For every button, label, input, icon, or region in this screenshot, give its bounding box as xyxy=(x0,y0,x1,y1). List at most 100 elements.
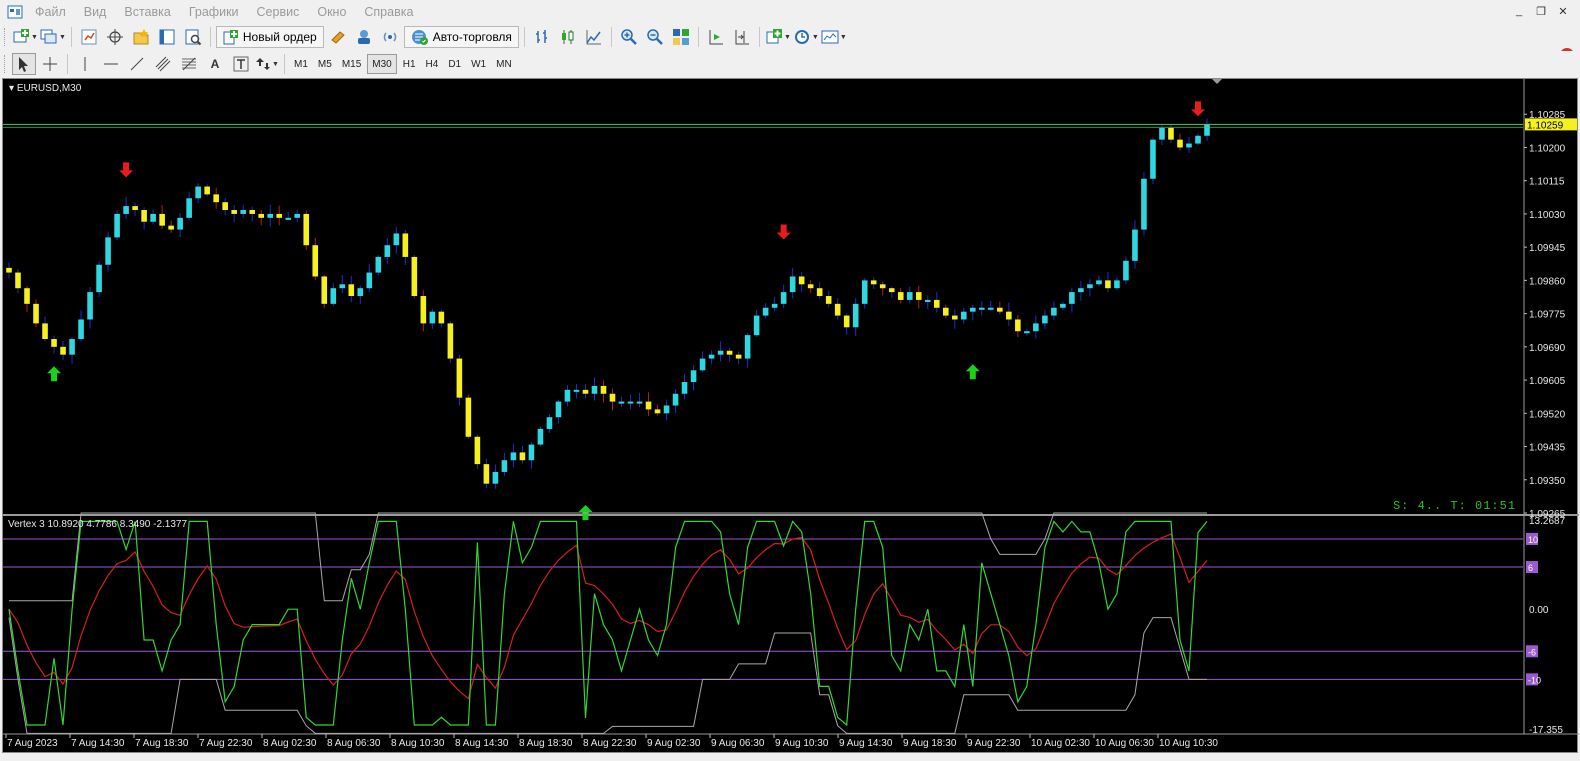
candlestick-button[interactable] xyxy=(556,26,580,48)
menu-charts[interactable]: Графики xyxy=(180,0,248,24)
candle-body xyxy=(645,401,652,410)
timeframe-h1[interactable]: H1 xyxy=(399,54,420,74)
vertex-line xyxy=(8,520,1208,727)
new-order-button[interactable]: Новый ордер xyxy=(215,26,324,48)
candle-body xyxy=(654,409,661,414)
new-chart-icon xyxy=(13,29,29,43)
candle-body xyxy=(681,382,688,394)
close-icon[interactable]: ✕ xyxy=(1554,2,1572,20)
vertical-line-icon xyxy=(84,57,86,71)
timeframe-m1[interactable]: M1 xyxy=(290,54,312,74)
terminal-button[interactable] xyxy=(155,26,179,48)
minimize-icon[interactable]: _ xyxy=(1510,2,1528,20)
candle-body xyxy=(591,385,598,394)
price-tick-label: 1.09350 xyxy=(1529,476,1566,487)
toolbar-grip[interactable] xyxy=(4,55,8,73)
candle-body xyxy=(474,436,481,465)
signals-button[interactable] xyxy=(378,26,402,48)
text-icon: A xyxy=(210,57,220,71)
price-tick-label: 1.09605 xyxy=(1529,376,1566,387)
chart-symbol-label: ▾ EURUSD,M30 xyxy=(9,83,82,94)
candle-body xyxy=(321,276,328,304)
zoom-out-button[interactable] xyxy=(643,26,667,48)
timeframe-m15[interactable]: M15 xyxy=(338,54,365,74)
price-tick-label: 1.09945 xyxy=(1529,243,1566,254)
navigator-button[interactable] xyxy=(129,26,153,48)
profiles-button[interactable]: ▼ xyxy=(40,26,66,48)
candle-body xyxy=(159,213,165,226)
horizontal-line-button[interactable] xyxy=(99,53,123,75)
navigator-icon xyxy=(133,29,149,45)
vertical-line-button[interactable] xyxy=(73,53,97,75)
market-watch-button[interactable] xyxy=(77,26,101,48)
menu-view[interactable]: Вид xyxy=(75,0,116,24)
strategy-tester-button[interactable] xyxy=(181,26,205,48)
auto-scroll-button[interactable] xyxy=(704,26,728,48)
indicator-tick-label: 13.2687 xyxy=(1529,516,1566,527)
menu-file[interactable]: Файл xyxy=(26,0,75,24)
timeframe-m30[interactable]: M30 xyxy=(367,54,397,74)
timeframe-h4[interactable]: H4 xyxy=(422,54,443,74)
templates-button[interactable]: ▼ xyxy=(821,26,847,48)
menu-insert[interactable]: Вставка xyxy=(115,0,179,24)
market-watch-icon xyxy=(81,29,97,45)
candle-body xyxy=(213,194,219,203)
line-chart-button[interactable] xyxy=(582,26,606,48)
trendline-button[interactable] xyxy=(125,53,149,75)
metaeditor-button[interactable] xyxy=(326,26,350,48)
text-label-button[interactable] xyxy=(229,53,253,75)
indicators-button[interactable]: ▼ xyxy=(765,26,791,48)
price-tick-label: 1.09435 xyxy=(1529,443,1566,454)
periods-button[interactable]: ▼ xyxy=(793,26,819,48)
candle-body xyxy=(285,217,292,220)
menu-help[interactable]: Справка xyxy=(355,0,422,24)
chart-window[interactable]: 1.10285 1.10200 1.10115 1.10030 1.09945 1.098… xyxy=(2,78,1579,754)
candle-body xyxy=(366,272,373,289)
current-price-label: 1.10259 xyxy=(1527,120,1564,131)
equidistant-channel-button[interactable] xyxy=(151,53,175,75)
candle-body xyxy=(951,315,958,320)
app-icon[interactable] xyxy=(4,2,26,22)
candle-body xyxy=(573,389,580,392)
candle-body xyxy=(807,284,814,289)
timeframe-w1[interactable]: W1 xyxy=(467,54,490,74)
chart-canvas[interactable]: 1.102851.102001.101151.100301.099451.098… xyxy=(3,79,1579,754)
community-button[interactable] xyxy=(352,26,376,48)
buy-arrow-icon xyxy=(965,364,980,380)
candle-body xyxy=(150,213,156,222)
crosshair-icon xyxy=(106,29,123,45)
new-chart-button[interactable]: ▼ xyxy=(12,26,38,48)
candle-body xyxy=(375,256,382,273)
candle-body xyxy=(24,288,30,304)
crosshair-button[interactable] xyxy=(38,53,62,75)
candle-body xyxy=(780,292,787,304)
zoom-in-button[interactable] xyxy=(617,26,641,48)
candle-body xyxy=(447,323,454,359)
menu-window[interactable]: Окно xyxy=(308,0,355,24)
chart-shift-button[interactable] xyxy=(730,26,754,48)
restore-icon[interactable]: ❐ xyxy=(1532,2,1550,20)
arrows-button[interactable]: ▼ xyxy=(255,53,279,75)
menu-tools[interactable]: Сервис xyxy=(248,0,309,24)
bar-chart-button[interactable] xyxy=(530,26,554,48)
toolbar-grip[interactable] xyxy=(4,28,8,46)
candle-body xyxy=(997,307,1003,312)
data-window-button[interactable] xyxy=(103,26,127,48)
candle-body xyxy=(1024,331,1030,334)
fibonacci-button[interactable] xyxy=(177,53,201,75)
timeframe-d1[interactable]: D1 xyxy=(444,54,465,74)
timeframe-mn[interactable]: MN xyxy=(492,54,516,74)
cursor-button[interactable] xyxy=(12,53,36,75)
candle-body xyxy=(465,397,472,437)
time-tick-label: 8 Aug 18:30 xyxy=(519,738,573,749)
candle-body xyxy=(762,307,769,316)
text-label-icon xyxy=(233,56,249,72)
price-tick-label: 1.09775 xyxy=(1529,310,1566,321)
text-button[interactable]: A xyxy=(203,53,227,75)
tile-windows-button[interactable] xyxy=(669,26,693,48)
candle-body xyxy=(186,198,192,218)
candle-body xyxy=(1042,315,1048,324)
timeframe-m5[interactable]: M5 xyxy=(314,54,336,74)
autotrading-button[interactable]: Авто-торговля xyxy=(403,26,519,48)
fibonacci-icon xyxy=(182,57,196,71)
